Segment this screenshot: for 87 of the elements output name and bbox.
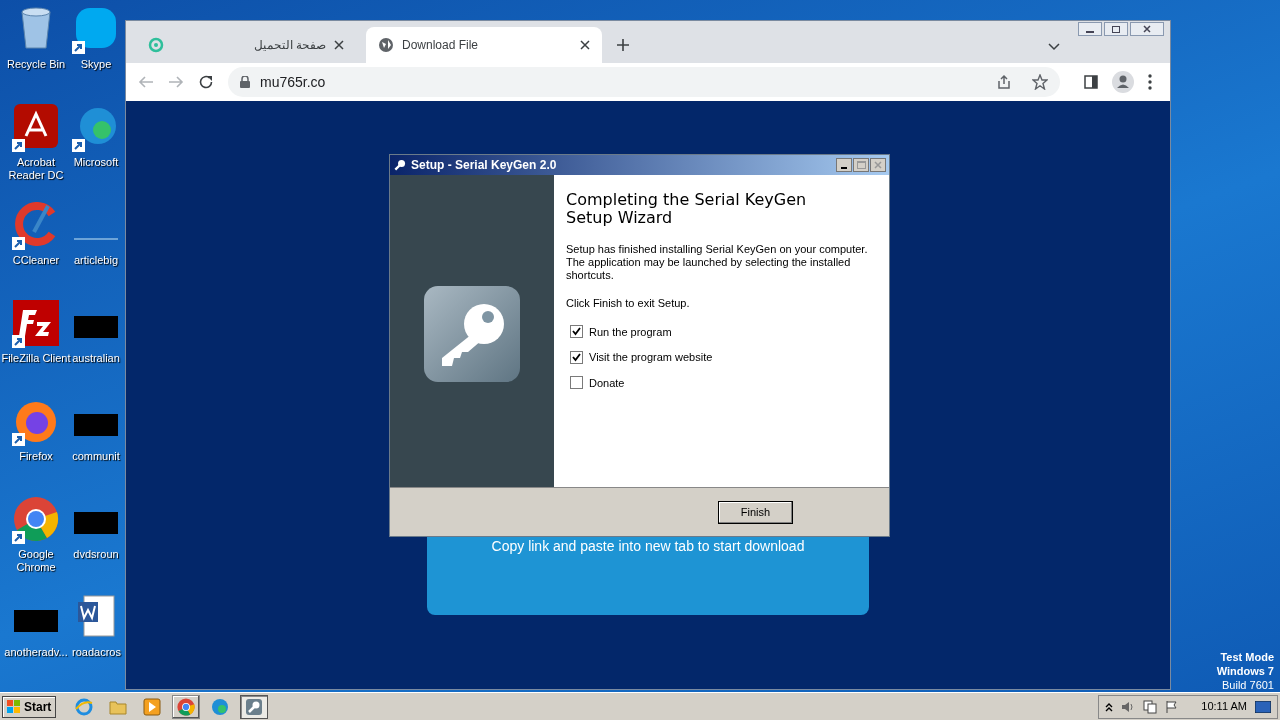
finish-button[interactable]: Finish [718, 500, 793, 524]
close-icon [1143, 25, 1151, 33]
close-icon [874, 161, 882, 169]
network-icon[interactable] [1143, 699, 1158, 714]
minimize-button[interactable] [1078, 22, 1102, 36]
address-bar[interactable]: mu765r.co [228, 67, 1060, 97]
media-player-icon [143, 697, 162, 716]
os-info-text: Test Mode [1220, 650, 1274, 664]
desktop-icon-label[interactable]: communit [72, 450, 120, 463]
redacted-block [74, 414, 118, 436]
globe-icon [378, 37, 394, 53]
side-panel-icon[interactable] [1084, 75, 1098, 89]
clock[interactable]: 10:11 AM [1201, 698, 1247, 715]
setup-dialog: Setup - Serial KeyGen 2.0 Completing the Serial KeyGen Setup Wizard Setup has finished installing Serial KeyGen on your computer. The application may be launched by selecting the installed shortcuts. Click Finish to exit Setup. Run the program Visit the program website Donate Finish [389, 154, 890, 537]
download-instruction: Copy link and paste into new tab to start download [491, 537, 805, 556]
desktop-icon-label[interactable]: Skype [80, 58, 112, 71]
browser-tab[interactable]: Download File [366, 27, 602, 63]
restore-button[interactable] [1104, 22, 1128, 36]
desktop-icon-label[interactable]: Acrobat Reader DC [1, 156, 71, 182]
new-tab-icon[interactable] [616, 38, 630, 52]
reload-icon[interactable] [198, 74, 214, 90]
desktop-icon-label[interactable]: anotheradv... [1, 646, 71, 659]
desktop-icon-label[interactable]: Firefox [1, 450, 71, 463]
key-icon [245, 697, 264, 716]
check-icon [572, 352, 581, 362]
shortcut-arrow-icon [12, 139, 25, 152]
close-icon[interactable] [334, 40, 344, 50]
checkbox[interactable] [570, 376, 583, 390]
shortcut-arrow-icon [12, 237, 25, 250]
chrome-icon [177, 697, 196, 716]
taskbar-app-button[interactable] [240, 694, 269, 719]
profile-icon[interactable] [1112, 71, 1134, 93]
windows-logo-icon [7, 699, 21, 714]
wizard-heading: Completing the Serial KeyGen Setup Wizard [566, 191, 808, 227]
loading-icon [148, 37, 164, 53]
shortcut-arrow-icon [12, 335, 25, 348]
desktop-icon-label[interactable]: dvdsroun [73, 548, 119, 561]
taskbar-app-button[interactable] [172, 694, 201, 719]
chevron-down-icon[interactable] [1048, 43, 1060, 51]
desktop-icon-label[interactable]: FileZilla Client [1, 352, 71, 365]
desktop-icon-label[interactable]: CCleaner [1, 254, 71, 267]
document-icon [14, 104, 58, 148]
filezilla-icon [13, 300, 59, 346]
wizard-instruction: Click Finish to exit Setup. [566, 296, 691, 311]
desktop-icon-label[interactable]: Recycle Bin [1, 58, 71, 71]
shortcut-arrow-icon [72, 139, 85, 152]
check-icon [572, 327, 581, 337]
checkbox[interactable] [570, 325, 583, 339]
folder-icon [109, 698, 128, 715]
redacted-block [14, 610, 58, 632]
share-icon[interactable] [996, 74, 1012, 90]
checkbox-label: Donate [589, 375, 625, 391]
flag-icon[interactable] [1165, 699, 1180, 714]
desktop-icon-label[interactable]: Google Chrome [1, 548, 71, 574]
start-button[interactable]: Start [2, 695, 57, 718]
menu-icon[interactable] [1148, 74, 1152, 90]
shortcut-arrow-icon [12, 433, 25, 446]
shortcut-arrow-icon [12, 531, 25, 544]
icon-placeholder-line [74, 238, 118, 240]
key-icon [424, 286, 520, 382]
shortcut-arrow-icon [72, 41, 85, 54]
star-icon[interactable] [1032, 74, 1048, 90]
speaker-icon[interactable] [1121, 699, 1136, 714]
redacted-block [74, 512, 118, 534]
edge-icon [211, 697, 230, 716]
key-icon [393, 158, 407, 172]
chevron-up-icon[interactable] [1105, 701, 1114, 712]
checkbox[interactable] [570, 350, 583, 364]
browser-tab[interactable]: صفحة التحميل [142, 27, 350, 63]
close-button[interactable] [1130, 22, 1164, 36]
minimize-button[interactable] [836, 158, 852, 172]
close-icon[interactable] [580, 40, 590, 50]
checkbox-label: Run the program [589, 324, 672, 340]
desktop-icon-label[interactable]: australian [72, 352, 120, 365]
chrome-icon [13, 496, 59, 542]
word-document-icon [76, 594, 117, 638]
desktop-icon-label[interactable]: Microsoft [73, 156, 119, 169]
redacted-block [74, 316, 118, 338]
os-info-text: Windows 7 [1216, 664, 1274, 678]
lock-icon [240, 76, 250, 88]
ie-icon [75, 697, 94, 716]
checkbox-label: Visit the program website [589, 350, 713, 365]
wizard-message: Setup has finished installing Serial KeyGen on your computer. The application may be launched by selecting the installed shortcuts. [566, 243, 869, 282]
show-desktop-icon[interactable] [1255, 700, 1271, 713]
os-info-text: Build 7601 [1222, 678, 1274, 692]
desktop-icon-label[interactable]: articlebig [74, 254, 118, 267]
desktop-icon-label[interactable]: roadacros [72, 646, 121, 659]
